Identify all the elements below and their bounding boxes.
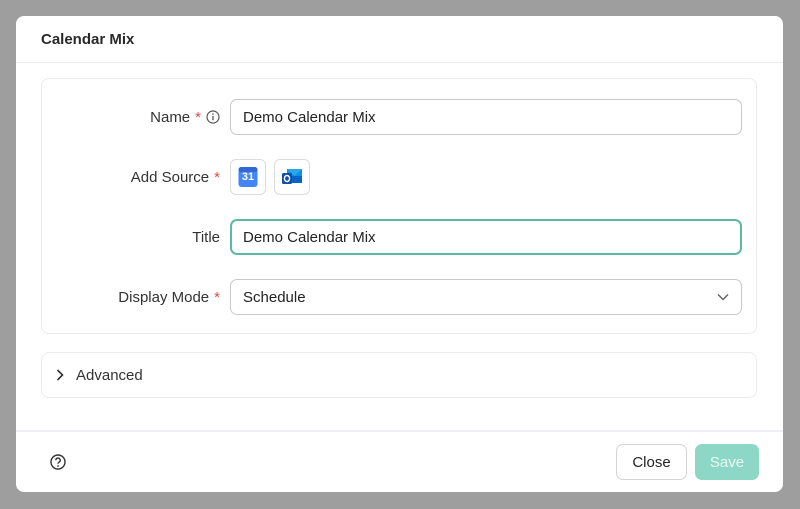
help-icon[interactable] (50, 454, 66, 470)
dialog-title: Calendar Mix (41, 30, 135, 48)
title-row: Title Demo Calendar Mix (42, 219, 756, 255)
close-button[interactable]: Close (616, 444, 687, 480)
google-calendar-day: 31 (241, 171, 255, 183)
title-input[interactable]: Demo Calendar Mix (230, 219, 742, 255)
display-mode-select[interactable]: Schedule (230, 279, 742, 315)
required-marker: * (214, 288, 220, 306)
outlook-source-button[interactable] (274, 159, 310, 195)
display-mode-row: Display Mode * Schedule (42, 279, 756, 315)
required-marker: * (195, 108, 201, 126)
chevron-down-icon (717, 293, 729, 301)
display-mode-label: Display Mode * (118, 288, 220, 306)
name-row: Name * Demo Calendar Mix (42, 99, 756, 135)
outlook-icon (282, 169, 302, 184)
dialog-header: Calendar Mix (16, 16, 783, 63)
add-source-row: Add Source * 31 (42, 159, 756, 195)
form-panel: Name * Demo Calendar Mix Add Source * 31… (41, 78, 757, 334)
chevron-right-icon (56, 369, 64, 381)
calendar-mix-dialog: Calendar Mix Name * Demo Calendar Mix Ad… (16, 16, 783, 492)
save-button[interactable]: Save (695, 444, 759, 480)
info-icon[interactable] (206, 110, 220, 124)
name-input[interactable]: Demo Calendar Mix (230, 99, 742, 135)
name-label: Name * (150, 99, 220, 135)
dialog-footer: Close Save (16, 430, 783, 492)
google-calendar-icon: 31 (238, 166, 258, 188)
google-calendar-source-button[interactable]: 31 (230, 159, 266, 195)
source-buttons: 31 (230, 159, 310, 195)
add-source-label: Add Source * (130, 168, 220, 186)
advanced-toggle[interactable]: Advanced (41, 352, 757, 398)
advanced-label: Advanced (76, 366, 143, 384)
title-label: Title (192, 228, 220, 246)
required-marker: * (214, 168, 220, 186)
